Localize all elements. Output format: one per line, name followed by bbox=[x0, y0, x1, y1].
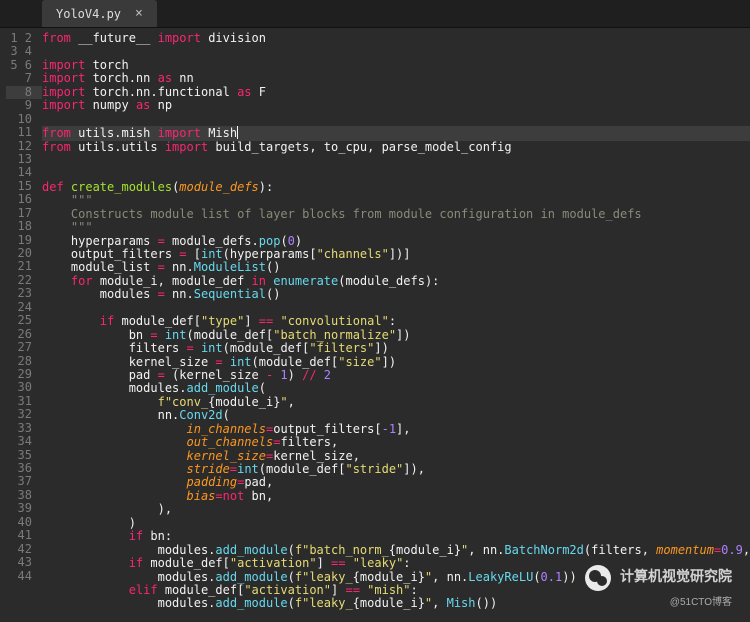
watermark-sub: @51CTO博客 bbox=[585, 593, 732, 608]
watermark: 计算机视觉研究院 @51CTO博客 bbox=[585, 565, 732, 608]
file-tab[interactable]: YoloV4.py × bbox=[42, 0, 157, 27]
file-tab-title: YoloV4.py bbox=[56, 7, 121, 21]
watermark-title: 计算机视觉研究院 bbox=[620, 568, 732, 584]
code-area[interactable]: from __future__ import division import t… bbox=[42, 28, 750, 622]
tab-bar: YoloV4.py × bbox=[0, 0, 750, 28]
wechat-icon bbox=[585, 565, 611, 591]
line-gutter: 1 2 3 4 5 6 7 8 9 10 11 12 13 14 15 16 1… bbox=[0, 28, 42, 622]
editor[interactable]: 1 2 3 4 5 6 7 8 9 10 11 12 13 14 15 16 1… bbox=[0, 28, 750, 622]
close-icon[interactable]: × bbox=[135, 6, 143, 21]
